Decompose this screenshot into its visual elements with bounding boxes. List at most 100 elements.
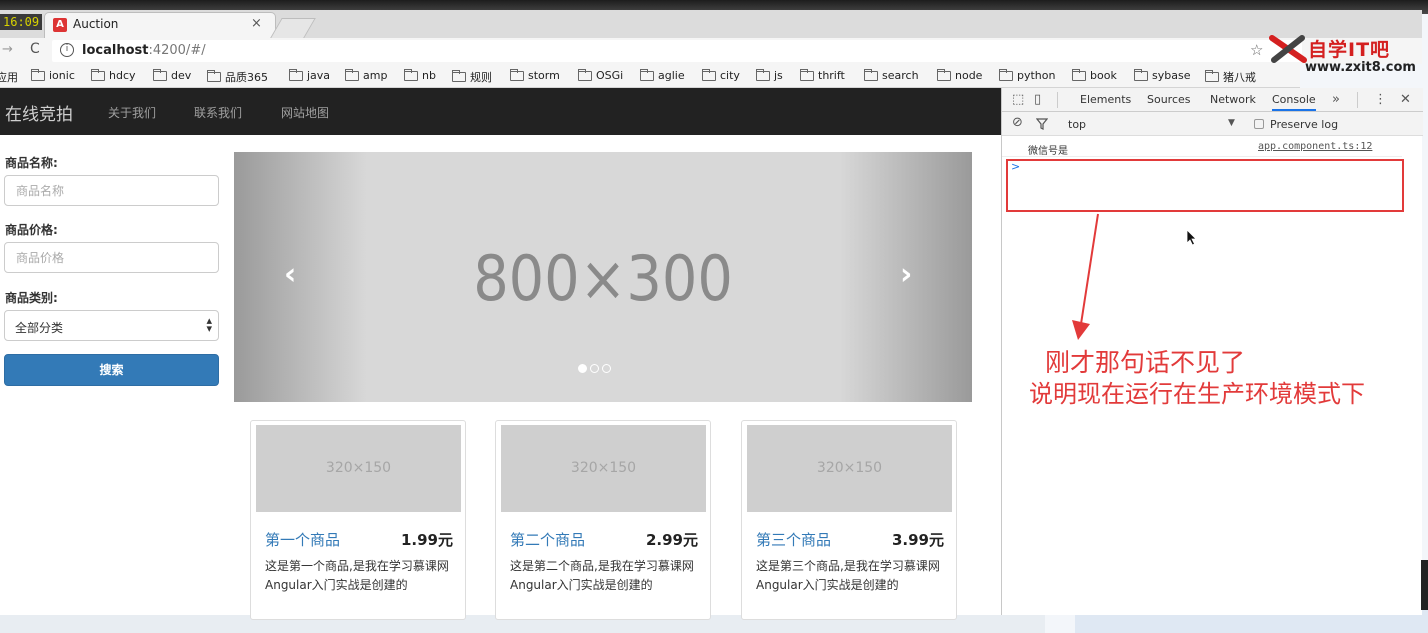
product-description: 这是第二个商品,是我在学习慕课网Angular入门实战是创建的 bbox=[510, 559, 694, 592]
product-price: 2.99元 bbox=[645, 531, 698, 549]
clear-console-icon[interactable]: ⊘ bbox=[1012, 115, 1023, 130]
product-price-input[interactable] bbox=[5, 243, 218, 272]
bookmark-folder[interactable]: ionic bbox=[31, 68, 75, 82]
info-icon[interactable]: i bbox=[60, 43, 74, 57]
carousel-indicator-dot[interactable] bbox=[578, 364, 587, 373]
kebab-menu-icon[interactable]: ⋮ bbox=[1374, 92, 1387, 107]
console-log-source-link[interactable]: app.component.ts:12 bbox=[1258, 141, 1372, 152]
carousel-indicator-dot[interactable] bbox=[602, 364, 611, 373]
context-dropdown-icon[interactable]: ▼ bbox=[1228, 118, 1235, 128]
more-tabs-icon[interactable]: » bbox=[1332, 92, 1340, 107]
bookmark-folder[interactable]: java bbox=[289, 68, 330, 82]
bookmark-apps[interactable]: 应用 bbox=[0, 69, 18, 85]
select-caret-icon: ▴ ▾ bbox=[206, 314, 212, 335]
folder-icon bbox=[404, 68, 418, 81]
product-thumbnail[interactable]: 320×150 bbox=[256, 425, 461, 512]
product-name-input[interactable] bbox=[5, 176, 218, 205]
product-card: 320×150 第二个商品 2.99元 这是第二个商品,是我在学习慕课网Angu… bbox=[495, 420, 711, 620]
carousel-placeholder: 800×300 bbox=[473, 242, 733, 315]
nav-link-sitemap[interactable]: 网站地图 bbox=[281, 104, 329, 121]
bookmark-folder[interactable]: storm bbox=[510, 68, 560, 82]
bookmark-folder[interactable]: hdcy bbox=[91, 68, 136, 82]
navbar-brand[interactable]: 在线竞拍 bbox=[5, 100, 73, 125]
folder-icon bbox=[91, 68, 105, 81]
product-name-field[interactable] bbox=[4, 175, 219, 206]
product-title-link[interactable]: 第一个商品 bbox=[265, 529, 340, 550]
close-devtools-icon[interactable]: ✕ bbox=[1400, 92, 1411, 107]
devtools-tab-bar: ⬚ ▯ Elements Sources Network Console » ⋮… bbox=[1002, 88, 1423, 112]
tab-close-icon[interactable]: × bbox=[251, 16, 262, 31]
bookmark-folder[interactable]: search bbox=[864, 68, 919, 82]
address-bar: → C i localhost:4200/#/ bbox=[0, 38, 1422, 64]
annotation-highlight-box bbox=[1006, 159, 1404, 212]
bookmark-folder[interactable]: amp bbox=[345, 68, 387, 82]
product-price: 3.99元 bbox=[891, 531, 944, 549]
bookmarks-bar: 应用 ionic hdcy dev 品质365 java amp nb 规则 s… bbox=[0, 64, 1300, 88]
filter-icon[interactable] bbox=[1036, 118, 1048, 130]
product-thumbnail[interactable]: 320×150 bbox=[747, 425, 952, 512]
watermark-logo-icon bbox=[1269, 35, 1307, 63]
reload-icon[interactable]: C bbox=[30, 41, 40, 57]
devtools-tab-sources[interactable]: Sources bbox=[1147, 93, 1191, 106]
bookmark-folder[interactable]: js bbox=[756, 68, 783, 82]
toolbar-divider bbox=[1057, 92, 1058, 108]
devtools-panel: ⬚ ▯ Elements Sources Network Console » ⋮… bbox=[1001, 88, 1423, 615]
preserve-log-label: Preserve log bbox=[1270, 118, 1339, 131]
url-text: localhost:4200/#/ bbox=[82, 43, 206, 58]
product-price-field[interactable] bbox=[4, 242, 219, 273]
bookmark-folder[interactable]: city bbox=[702, 68, 740, 82]
bookmark-folder[interactable]: book bbox=[1072, 68, 1117, 82]
folder-icon bbox=[1134, 68, 1148, 81]
inspect-element-icon[interactable]: ⬚ bbox=[1012, 92, 1024, 107]
bookmark-folder[interactable]: nb bbox=[404, 68, 436, 82]
nav-link-contact[interactable]: 联系我们 bbox=[194, 104, 242, 121]
bookmark-folder[interactable]: aglie bbox=[640, 68, 685, 82]
product-category-label: 商品类别: bbox=[5, 291, 58, 305]
app-content: 商品名称: 商品价格: 商品类别: 全部分类 ▴▾ 搜索 800×300 ‹ ›… bbox=[0, 135, 1001, 620]
watermark-url: www.zxit8.com bbox=[1305, 60, 1416, 75]
preserve-log-checkbox[interactable] bbox=[1254, 119, 1264, 129]
screen: 16:09 A Auction × → C i localhost:4200/#… bbox=[0, 0, 1428, 633]
search-button[interactable]: 搜索 bbox=[4, 354, 219, 386]
folder-icon bbox=[1205, 70, 1219, 82]
devtools-tab-elements[interactable]: Elements bbox=[1080, 93, 1131, 106]
context-selector[interactable]: top bbox=[1068, 118, 1086, 131]
bookmark-folder[interactable]: thrift bbox=[800, 68, 845, 82]
product-title-link[interactable]: 第二个商品 bbox=[510, 529, 585, 550]
device-toolbar-icon[interactable]: ▯ bbox=[1034, 92, 1041, 107]
bookmark-folder[interactable]: 规则 bbox=[452, 69, 492, 85]
folder-icon bbox=[510, 68, 524, 81]
toolbar-divider bbox=[1357, 92, 1358, 108]
folder-icon bbox=[999, 68, 1013, 81]
bookmark-folder[interactable]: python bbox=[999, 68, 1055, 82]
app-navbar: 在线竞拍 关于我们 联系我们 网站地图 bbox=[0, 88, 1001, 135]
tab-title: Auction bbox=[73, 17, 119, 31]
annotation-arrow bbox=[1072, 213, 1099, 340]
product-category-select[interactable]: 全部分类 ▴ ▾ bbox=[4, 310, 219, 341]
devtools-tab-console[interactable]: Console bbox=[1272, 93, 1316, 111]
product-description: 这是第一个商品,是我在学习慕课网Angular入门实战是创建的 bbox=[265, 559, 449, 592]
bookmark-folder[interactable]: OSGi bbox=[578, 68, 623, 82]
bookmark-folder[interactable]: 品质365 bbox=[207, 69, 268, 85]
product-thumbnail[interactable]: 320×150 bbox=[501, 425, 706, 512]
window-edge bbox=[1421, 560, 1428, 610]
url-input[interactable]: i localhost:4200/#/ bbox=[52, 40, 1302, 62]
carousel-indicator-dot[interactable] bbox=[590, 364, 599, 373]
forward-icon[interactable]: → bbox=[2, 42, 13, 57]
bookmark-folder[interactable]: dev bbox=[153, 68, 191, 82]
product-title-link[interactable]: 第三个商品 bbox=[756, 529, 831, 550]
product-card: 320×150 第三个商品 3.99元 这是第三个商品,是我在学习慕课网Angu… bbox=[741, 420, 957, 620]
carousel-next-icon[interactable]: › bbox=[900, 257, 912, 292]
bookmark-folder[interactable]: sybase bbox=[1134, 68, 1190, 82]
bookmark-folder[interactable]: 猪八戒 bbox=[1205, 69, 1256, 85]
devtools-tab-network[interactable]: Network bbox=[1210, 93, 1256, 106]
folder-icon bbox=[800, 68, 814, 81]
folder-icon bbox=[937, 68, 951, 81]
folder-icon bbox=[31, 68, 45, 81]
carousel-prev-icon[interactable]: ‹ bbox=[284, 257, 296, 292]
watermark-brand: 自学IT吧 bbox=[1308, 39, 1391, 61]
bookmark-star-icon[interactable]: ☆ bbox=[1250, 41, 1263, 59]
nav-link-about[interactable]: 关于我们 bbox=[108, 104, 156, 121]
bookmark-folder[interactable]: node bbox=[937, 68, 982, 82]
browser-tab-auction[interactable]: A Auction × bbox=[44, 12, 276, 38]
